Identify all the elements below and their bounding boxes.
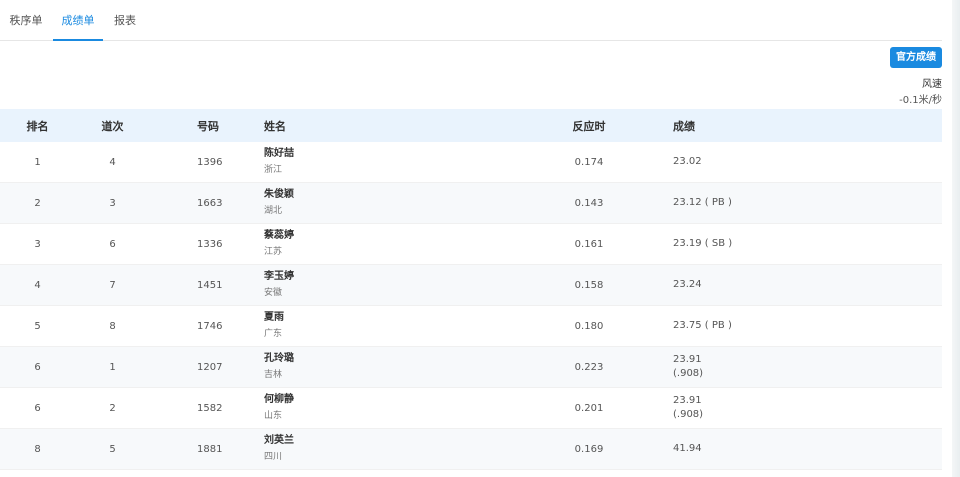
cell-athlete: 孔玲璐 吉林 bbox=[264, 347, 464, 387]
wind-label: 风速 bbox=[922, 79, 942, 90]
cell-result: 23.91 (.908) bbox=[673, 388, 873, 428]
cell-reaction: 0.174 bbox=[574, 156, 604, 168]
cell-result: 23.75 ( PB ) bbox=[673, 306, 873, 346]
result-value: 23.02 bbox=[673, 156, 702, 167]
cell-lane: 4 bbox=[109, 156, 116, 168]
header-result: 成绩 bbox=[673, 119, 695, 133]
result-value: 23.75 ( PB ) bbox=[673, 320, 732, 331]
athlete-province: 吉林 bbox=[264, 370, 283, 380]
cell-bib: 1336 bbox=[197, 238, 223, 250]
athlete-province: 广东 bbox=[264, 329, 283, 339]
header-bib: 号码 bbox=[197, 119, 219, 133]
cell-bib: 1881 bbox=[197, 443, 223, 455]
wind-value: -0.1米/秒 bbox=[899, 95, 942, 106]
athlete-name: 孔玲璐 bbox=[264, 353, 294, 364]
cell-athlete: 李玉婷 安徽 bbox=[264, 265, 464, 305]
athlete-name: 夏雨 bbox=[264, 312, 284, 323]
cell-bib: 1451 bbox=[197, 279, 223, 291]
athlete-province: 江苏 bbox=[264, 247, 283, 257]
cell-reaction: 0.201 bbox=[574, 402, 604, 414]
athlete-name: 陈好喆 bbox=[264, 148, 294, 159]
athlete-name: 刘英兰 bbox=[264, 435, 294, 446]
result-value: 23.24 bbox=[673, 279, 702, 290]
athlete-name: 李玉婷 bbox=[264, 271, 294, 282]
athlete-name: 朱俊颖 bbox=[264, 189, 294, 200]
cell-lane: 5 bbox=[109, 443, 116, 455]
cell-bib: 1663 bbox=[197, 197, 223, 209]
tab-order-list[interactable]: 秩序单 bbox=[8, 0, 44, 40]
cell-rank: 5 bbox=[34, 320, 41, 332]
cell-result: 23.02 bbox=[673, 142, 873, 182]
cell-lane: 8 bbox=[109, 320, 116, 332]
result-value: 41.94 bbox=[673, 443, 702, 454]
cell-result: 23.24 bbox=[673, 265, 873, 305]
table-row: 5 8 1746 夏雨广东 0.180 23.75 ( PB ) bbox=[0, 306, 942, 347]
cell-rank: 3 bbox=[34, 238, 41, 250]
cell-bib: 1207 bbox=[197, 361, 223, 373]
cell-athlete: 刘英兰 四川 bbox=[264, 429, 464, 469]
cell-athlete: 蔡蕊婷 江苏 bbox=[264, 224, 464, 264]
table-row: 2 3 1663 朱俊颖湖北 0.143 23.12 ( PB ) bbox=[0, 183, 942, 224]
header-reaction: 反应时 bbox=[572, 119, 606, 133]
athlete-province: 安徽 bbox=[264, 288, 283, 298]
cell-rank: 2 bbox=[34, 197, 41, 209]
cell-rank: 4 bbox=[34, 279, 41, 291]
table-header: 排名 道次 号码 姓名 反应时 成绩 bbox=[0, 109, 942, 142]
athlete-name: 蔡蕊婷 bbox=[264, 230, 294, 241]
cell-reaction: 0.180 bbox=[574, 320, 604, 332]
athlete-province: 浙江 bbox=[264, 165, 283, 175]
cell-lane: 1 bbox=[109, 361, 116, 373]
cell-bib: 1396 bbox=[197, 156, 223, 168]
athlete-province: 湖北 bbox=[264, 206, 283, 216]
table-row: 4 7 1451 李玉婷安徽 0.158 23.24 bbox=[0, 265, 942, 306]
table-row: 3 6 1336 蔡蕊婷江苏 0.161 23.19 ( SB ) bbox=[0, 224, 942, 265]
cell-lane: 7 bbox=[109, 279, 116, 291]
result-tiebreak: (.908) bbox=[673, 409, 704, 420]
header-name: 姓名 bbox=[264, 119, 286, 133]
cell-reaction: 0.169 bbox=[574, 443, 604, 455]
table-row: 6 1 1207 孔玲璐吉林 0.223 23.91 (.908) bbox=[0, 347, 942, 388]
cell-reaction: 0.143 bbox=[574, 197, 604, 209]
table-row: 6 2 1582 何柳静山东 0.201 23.91 (.908) bbox=[0, 388, 942, 429]
cell-athlete: 夏雨 广东 bbox=[264, 306, 464, 346]
result-value: 23.91 bbox=[673, 395, 702, 406]
result-value: 23.12 ( PB ) bbox=[673, 197, 732, 208]
result-value: 23.19 ( SB ) bbox=[673, 238, 733, 249]
cell-lane: 3 bbox=[109, 197, 116, 209]
cell-rank: 1 bbox=[34, 156, 41, 168]
results-table: 排名 道次 号码 姓名 反应时 成绩 1 4 1396 陈好喆浙江 0.174 23.02… bbox=[0, 109, 942, 470]
header-rank: 排名 bbox=[26, 119, 49, 133]
official-results-button[interactable]: 官方成绩 bbox=[890, 47, 942, 68]
athlete-province: 四川 bbox=[264, 452, 283, 462]
cell-reaction: 0.161 bbox=[574, 238, 604, 250]
cell-result: 23.12 ( PB ) bbox=[673, 183, 873, 223]
cell-result: 23.91 (.908) bbox=[673, 347, 873, 387]
cell-reaction: 0.158 bbox=[574, 279, 604, 291]
cell-athlete: 朱俊颖 湖北 bbox=[264, 183, 464, 223]
cell-result: 41.94 bbox=[673, 429, 873, 469]
table-row: 1 4 1396 陈好喆浙江 0.174 23.02 bbox=[0, 142, 942, 183]
tab-reports[interactable]: 报表 bbox=[112, 0, 138, 40]
cell-bib: 1582 bbox=[197, 402, 223, 414]
result-value: 23.91 bbox=[673, 354, 702, 365]
table-row: 8 5 1881 刘英兰四川 0.169 41.94 bbox=[0, 429, 942, 470]
tab-results[interactable]: 成绩单 bbox=[53, 0, 103, 41]
cell-lane: 2 bbox=[109, 402, 116, 414]
cell-athlete: 何柳静 山东 bbox=[264, 388, 464, 428]
cell-result: 23.19 ( SB ) bbox=[673, 224, 873, 264]
cell-rank: 6 bbox=[34, 361, 41, 373]
cell-lane: 6 bbox=[109, 238, 116, 250]
cell-reaction: 0.223 bbox=[574, 361, 604, 373]
cell-bib: 1746 bbox=[197, 320, 223, 332]
header-lane: 道次 bbox=[101, 119, 124, 133]
page-edge bbox=[952, 0, 960, 477]
athlete-province: 山东 bbox=[264, 411, 283, 421]
cell-rank: 6 bbox=[34, 402, 41, 414]
table-body: 1 4 1396 陈好喆 浙江 0.174 23.02 2 3 1663 朱俊颖 湖北 0.143 23.… bbox=[0, 142, 942, 470]
athlete-name: 何柳静 bbox=[264, 394, 294, 405]
cell-athlete: 陈好喆 浙江 bbox=[264, 142, 464, 182]
cell-rank: 8 bbox=[34, 443, 41, 455]
tab-bar: 秩序单 成绩单 报表 bbox=[0, 0, 942, 41]
result-tiebreak: (.908) bbox=[673, 368, 704, 379]
